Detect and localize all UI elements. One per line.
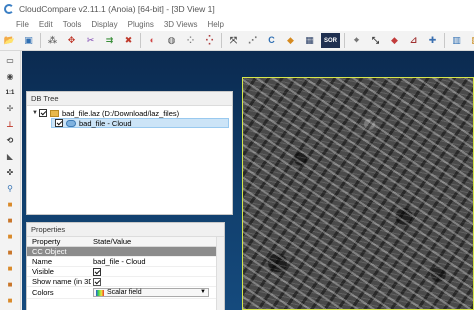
plane-icon[interactable]: ◆	[387, 33, 402, 48]
cc-icon[interactable]: C	[264, 33, 279, 48]
cube-side-icon[interactable]: ■	[3, 230, 17, 243]
tree-item-root[interactable]: ▼ bad_file.laz (D:/Download/laz_files)	[31, 108, 179, 118]
subsample-icon[interactable]: ⁛	[202, 33, 217, 48]
property-row-name[interactable]: Name bad_file - Cloud	[27, 257, 224, 267]
register-icon[interactable]: ✚	[425, 33, 440, 48]
menu-plugins[interactable]: Plugins	[128, 20, 154, 29]
colors-dropdown[interactable]: Scalar field ▼	[93, 288, 209, 297]
sample-icon[interactable]: ⁘	[183, 33, 198, 48]
properties-scrollbar[interactable]	[216, 237, 224, 310]
cube-iso-icon[interactable]: ■	[3, 278, 17, 291]
properties-table: Property State/Value CC Object Name bad_…	[27, 237, 224, 299]
color-scale-icon[interactable]: ◐	[145, 33, 160, 48]
dropdown-arrow-icon: ▼	[200, 289, 206, 295]
cloud-select-icon[interactable]: ⁂	[45, 33, 60, 48]
toolbar-separator	[140, 33, 141, 48]
toolbar-separator	[344, 33, 345, 48]
zoom-1to1-icon[interactable]: 1:1	[3, 86, 17, 99]
root-visibility-checkbox[interactable]	[39, 109, 47, 117]
pivot-icon[interactable]: ✢	[3, 102, 17, 115]
cloud-icon	[66, 119, 76, 127]
tree-item-root-label: bad_file.laz (D:/Download/laz_files)	[62, 108, 180, 118]
cube-front-icon[interactable]: ■	[3, 198, 17, 211]
toolbar-separator	[40, 33, 41, 48]
db-tree-body: ▼ bad_file.laz (D:/Download/laz_files) b…	[27, 106, 232, 214]
compare-icon[interactable]: ◆	[283, 33, 298, 48]
cube-bottom-icon[interactable]: ■	[3, 262, 17, 275]
scalar-field-icon	[96, 289, 104, 296]
property-visible-key: Visible	[32, 267, 54, 276]
column-header-property: Property	[32, 237, 61, 246]
normals-icon[interactable]: ◍	[164, 33, 179, 48]
pick-point-icon[interactable]: ⌖	[349, 33, 364, 48]
section-label: CC Object	[32, 247, 67, 256]
c2c-icon[interactable]: ⋰	[245, 33, 260, 48]
menu-tools[interactable]: Tools	[63, 20, 82, 29]
zoom-icon[interactable]: ⚲	[3, 182, 17, 195]
point-cloud[interactable]	[242, 77, 474, 310]
merge-icon[interactable]: ⇉	[102, 33, 117, 48]
cloudcompare-logo-icon	[4, 3, 14, 14]
move-icon[interactable]: ✜	[3, 166, 17, 179]
open-icon[interactable]: 📂	[2, 33, 17, 48]
properties-title: Properties	[27, 223, 224, 237]
property-row-visible[interactable]: Visible	[27, 267, 224, 277]
bar-chart-icon[interactable]: ▨	[468, 33, 474, 48]
db-tree-panel: DB Tree ▼ bad_file.laz (D:/Download/laz_…	[26, 91, 233, 215]
show-name-checkbox[interactable]	[93, 277, 101, 286]
column-header-value: State/Value	[93, 237, 132, 246]
menu-edit[interactable]: Edit	[39, 20, 53, 29]
property-name-value[interactable]: bad_file - Cloud	[91, 257, 224, 266]
cube-top-icon[interactable]: ■	[3, 214, 17, 227]
toolbar-separator	[221, 33, 222, 48]
histogram-icon[interactable]: ▥	[449, 33, 464, 48]
clip-icon[interactable]: ⊿	[406, 33, 421, 48]
screen-icon[interactable]: ▭	[3, 54, 17, 67]
cube-iso2-icon[interactable]: ■	[3, 294, 17, 307]
main-toolbar: 📂▣⁂✥✂⇉✖◐◍⁘⁛⤧⋰C◆▦SOR⌖⤡◆⊿✚▥▨▩	[0, 31, 474, 51]
view-toolbar: ▭ ◉ 1:1 ✢ ⊥ ⟲ ◣ ✜ ⚲ ■ ■ ■ ■ ■ ■ ■	[0, 51, 21, 310]
sor-filter-icon[interactable]: SOR	[321, 33, 340, 48]
section-cc-object: CC Object	[27, 247, 224, 257]
save-icon[interactable]: ▣	[21, 33, 36, 48]
pan-icon[interactable]: ◣	[3, 150, 17, 163]
property-row-show-name[interactable]: Show name (in 3D)	[27, 277, 224, 287]
distance-icon[interactable]: ⤧	[226, 33, 241, 48]
multi-cloud-icon[interactable]: ✥	[64, 33, 79, 48]
window-title: CloudCompare v2.11.1 (Anoia) [64-bit] - …	[19, 3, 215, 14]
measure-icon[interactable]: ⤡	[368, 33, 383, 48]
menu-help[interactable]: Help	[208, 20, 224, 29]
collapse-arrow-icon[interactable]: ▼	[31, 110, 39, 116]
db-tree-title: DB Tree	[27, 92, 232, 106]
tree-item-cloud[interactable]: bad_file - Cloud	[51, 118, 229, 128]
property-show-name-key: Show name (in 3D)	[32, 277, 91, 286]
visible-checkbox[interactable]	[93, 267, 101, 276]
title-bar: CloudCompare v2.11.1 (Anoia) [64-bit] - …	[0, 0, 474, 17]
folder-icon	[50, 109, 59, 117]
segment-icon[interactable]: ✂	[83, 33, 98, 48]
colors-dropdown-value: Scalar field	[107, 289, 142, 296]
menu-bar: File Edit Tools Display Plugins 3D Views Help	[0, 17, 474, 31]
camera-icon[interactable]: ◉	[3, 70, 17, 83]
delete-icon[interactable]: ✖	[121, 33, 136, 48]
properties-panel: Properties Property State/Value CC Objec…	[26, 222, 225, 310]
property-colors-key: Colors	[32, 288, 54, 297]
cube-back-icon[interactable]: ■	[3, 246, 17, 259]
cloud-visibility-checkbox[interactable]	[55, 119, 63, 127]
menu-file[interactable]: File	[16, 20, 29, 29]
property-row-colors[interactable]: Colors Scalar field ▼	[27, 287, 224, 299]
properties-header-row: Property State/Value	[27, 237, 224, 247]
rotate-icon[interactable]: ⟲	[3, 134, 17, 147]
toolbar-separator	[444, 33, 445, 48]
noise-icon[interactable]: ▦	[302, 33, 317, 48]
tree-item-cloud-label: bad_file - Cloud	[79, 118, 132, 128]
menu-display[interactable]: Display	[91, 20, 117, 29]
menu-3d-views[interactable]: 3D Views	[164, 20, 198, 29]
property-name-key: Name	[32, 257, 53, 266]
axis-icon[interactable]: ⊥	[3, 118, 17, 131]
